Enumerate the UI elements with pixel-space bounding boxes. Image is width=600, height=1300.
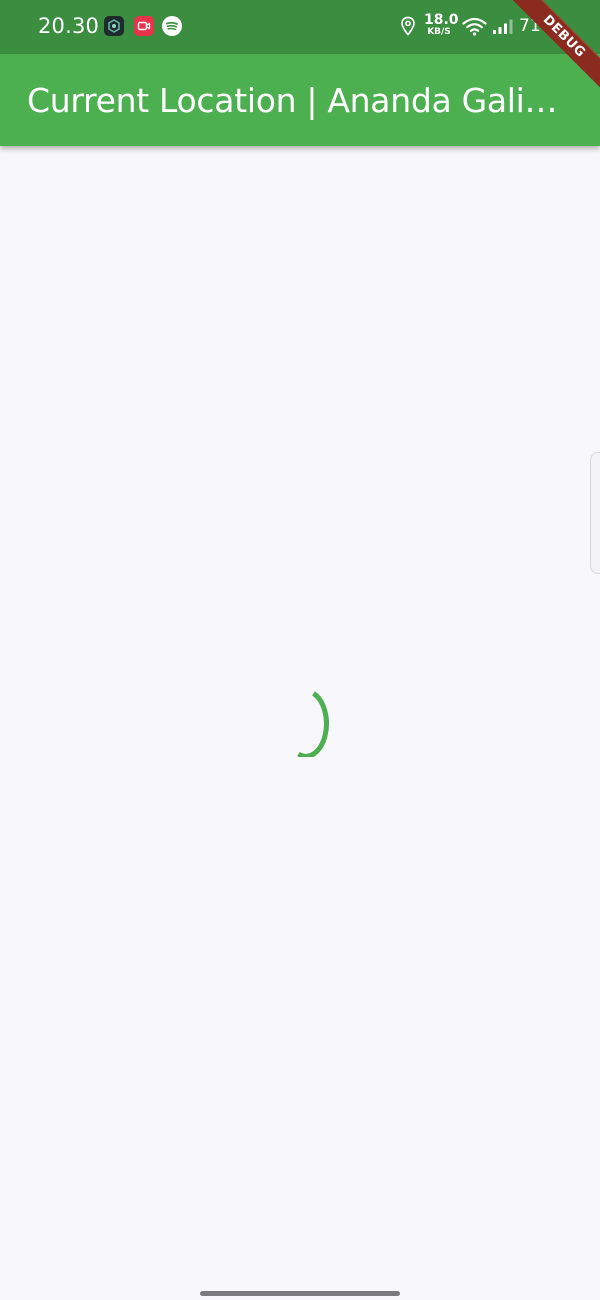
app-bar-title: Current Location | Ananda Galih Pr... [27,81,572,120]
status-time: 20.30 [38,14,100,38]
app-bar: Current Location | Ananda Galih Pr... [0,54,600,146]
edge-panel-handle[interactable] [590,452,600,574]
battery-percent: 71% [519,16,557,36]
home-indicator[interactable] [200,1291,400,1296]
screen-recorder-icon [134,16,154,36]
status-bar: 20.30 18.0 KB/S 71% [0,0,600,54]
network-speed: 18.0 KB/S [424,12,459,37]
network-speed-unit: KB/S [427,27,451,37]
signal-icon [493,19,513,34]
charging-icon [554,19,562,35]
loading-spinner-icon [297,691,329,757]
wifi-icon [462,17,487,36]
app-icon [104,16,124,36]
location-icon [401,16,415,36]
network-speed-value: 18.0 [424,12,459,28]
spotify-icon [162,16,182,36]
